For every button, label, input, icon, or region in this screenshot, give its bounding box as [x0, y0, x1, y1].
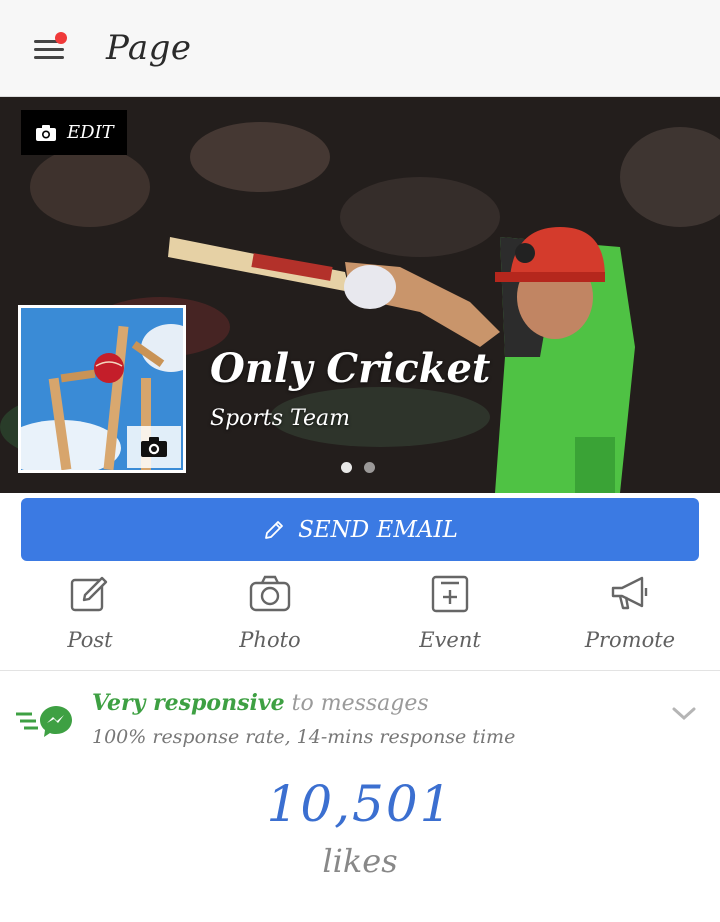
send-email-label: SEND EMAIL [298, 516, 458, 543]
calendar-plus-icon [431, 575, 469, 613]
promote-label: Promote [584, 628, 676, 652]
edit-cover-button[interactable]: EDIT [21, 110, 127, 155]
top-bar: Page [0, 0, 720, 97]
responsiveness-row[interactable]: Very responsive to messages 100% respons… [0, 680, 720, 760]
send-email-button[interactable]: SEND EMAIL [21, 498, 699, 561]
response-details: 100% response rate, 14-mins response tim… [92, 726, 516, 748]
change-profile-photo-button[interactable] [127, 426, 181, 468]
page-title: Page [106, 28, 192, 68]
carousel-dot-active[interactable] [341, 462, 352, 473]
likes-label: likes [322, 842, 398, 880]
post-button[interactable]: Post [0, 572, 180, 670]
pencil-icon [265, 520, 284, 539]
page-actions: Post Photo Event Promote [0, 572, 720, 670]
page-category: Sports Team [210, 406, 351, 431]
response-status: Very responsive to messages [92, 690, 429, 716]
photo-button[interactable]: Photo [180, 572, 360, 670]
event-label: Event [419, 628, 481, 652]
post-label: Post [67, 628, 113, 652]
camera-icon [141, 437, 167, 457]
response-status-weak: to messages [284, 691, 429, 716]
chevron-down-icon[interactable] [670, 704, 698, 722]
cover-photo[interactable]: EDIT Only Cricket Sports Team [0, 97, 720, 493]
page-name: Only Cricket [210, 345, 491, 392]
response-status-strong: Very responsive [92, 690, 285, 716]
carousel-dot[interactable] [364, 462, 375, 473]
edit-label: EDIT [67, 122, 114, 143]
camera-icon [36, 124, 56, 141]
photo-label: Photo [239, 628, 301, 652]
menu-button[interactable] [28, 30, 68, 66]
megaphone-icon [611, 576, 648, 610]
promote-button[interactable]: Promote [540, 572, 720, 670]
likes-count: 10,501 [266, 775, 454, 833]
profile-picture[interactable] [18, 305, 186, 473]
camera-icon [249, 575, 291, 612]
notification-dot [55, 32, 67, 44]
event-button[interactable]: Event [360, 572, 540, 670]
edit-icon [70, 576, 108, 612]
messenger-fast-icon [16, 706, 72, 737]
divider [0, 670, 720, 671]
carousel-indicator[interactable] [341, 462, 375, 473]
